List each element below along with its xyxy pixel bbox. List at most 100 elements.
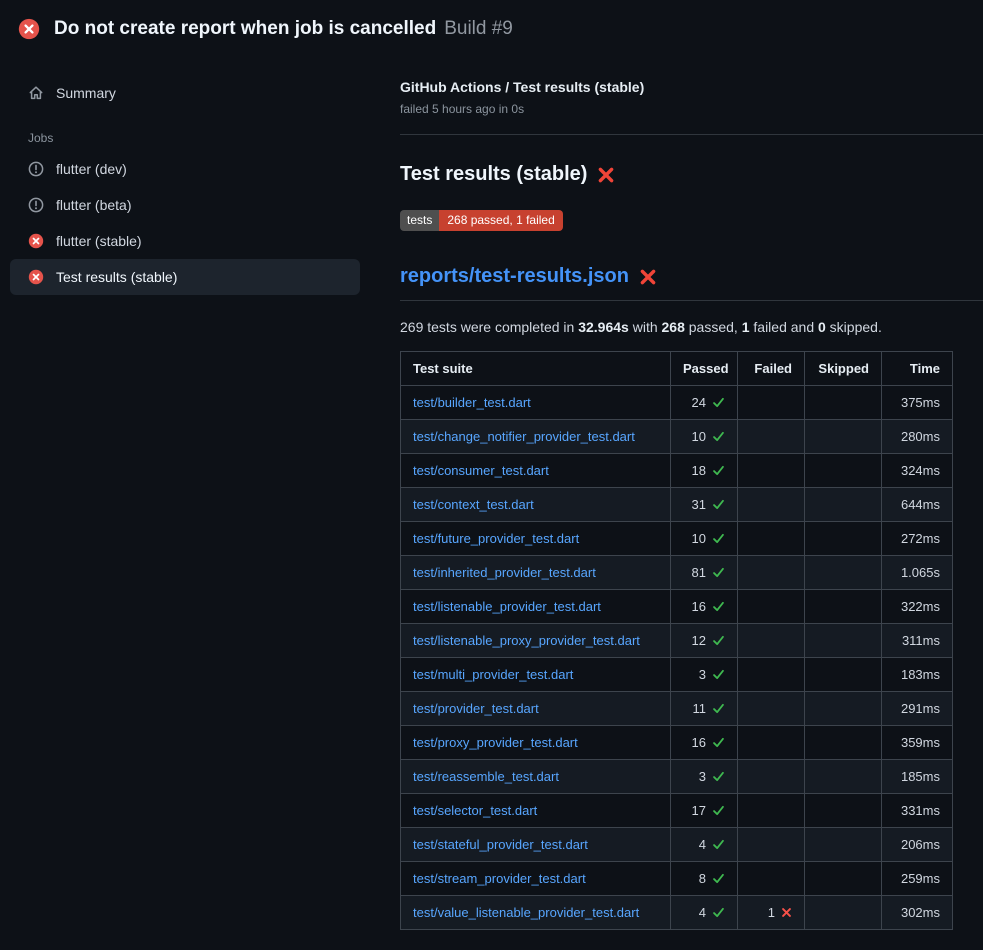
passed-count: 8 (699, 871, 706, 886)
suite-link[interactable]: test/stream_provider_test.dart (413, 871, 586, 886)
time-cell: 1.065s (882, 556, 953, 590)
suite-link[interactable]: test/listenable_provider_test.dart (413, 599, 601, 614)
time-cell: 311ms (882, 624, 953, 658)
failed-cell (738, 726, 805, 760)
summary-text: passed, (685, 319, 742, 335)
summary-duration: 32.964s (578, 319, 629, 335)
failed-cell (738, 624, 805, 658)
suite-link[interactable]: test/future_provider_test.dart (413, 531, 579, 546)
failed-cell (738, 522, 805, 556)
sidebar-item-flutter-stable[interactable]: flutter (stable) (10, 223, 360, 259)
suite-link[interactable]: test/builder_test.dart (413, 395, 531, 410)
passed-count: 81 (692, 565, 706, 580)
suite-link[interactable]: test/value_listenable_provider_test.dart (413, 905, 639, 920)
suite-link[interactable]: test/consumer_test.dart (413, 463, 549, 478)
suite-link[interactable]: test/change_notifier_provider_test.dart (413, 429, 635, 444)
table-row: test/change_notifier_provider_test.dart … (401, 420, 953, 454)
results-table-body: test/builder_test.dart 24 (401, 386, 953, 930)
failed-cell (738, 590, 805, 624)
failed-circle-icon (28, 269, 44, 285)
results-summary: 269 tests were completed in 32.964s with… (400, 319, 983, 335)
failed-x-icon (639, 268, 657, 286)
summary-text: with (629, 319, 662, 335)
suite-link[interactable]: test/reassemble_test.dart (413, 769, 559, 784)
suite-link[interactable]: test/listenable_proxy_provider_test.dart (413, 633, 640, 648)
time-cell: 324ms (882, 454, 953, 488)
run-failed-icon (18, 18, 40, 40)
passed-cell: 12 (671, 624, 738, 658)
failed-cell (738, 488, 805, 522)
skipped-cell (805, 590, 882, 624)
time-cell: 644ms (882, 488, 953, 522)
time-cell: 322ms (882, 590, 953, 624)
time-cell: 206ms (882, 828, 953, 862)
run-title: Do not create report when job is cancell… (54, 18, 436, 40)
check-icon (712, 532, 725, 545)
check-icon (712, 464, 725, 477)
sidebar-item-test-results-stable[interactable]: Test results (stable) (10, 259, 360, 295)
table-row: test/consumer_test.dart 18 (401, 454, 953, 488)
skipped-cell (805, 420, 882, 454)
summary-failed-count: 1 (742, 319, 750, 335)
passed-count: 24 (692, 395, 706, 410)
column-header-skipped: Skipped (805, 352, 882, 386)
failed-cell (738, 658, 805, 692)
passed-cell: 3 (671, 658, 738, 692)
section-title: Test results (stable) (400, 163, 983, 186)
time-cell: 359ms (882, 726, 953, 760)
time-cell: 183ms (882, 658, 953, 692)
failed-cell: 1 (738, 896, 805, 930)
x-icon (781, 907, 792, 918)
time-cell: 280ms (882, 420, 953, 454)
suite-link[interactable]: test/inherited_provider_test.dart (413, 565, 596, 580)
suite-link[interactable]: test/selector_test.dart (413, 803, 537, 818)
suite-link[interactable]: test/stateful_provider_test.dart (413, 837, 588, 852)
passed-cell: 16 (671, 726, 738, 760)
sidebar-item-flutter-dev[interactable]: flutter (dev) (10, 151, 360, 187)
passed-cell: 3 (671, 760, 738, 794)
suite-link[interactable]: test/multi_provider_test.dart (413, 667, 573, 682)
table-row: test/multi_provider_test.dart 3 (401, 658, 953, 692)
suite-link[interactable]: test/context_test.dart (413, 497, 534, 512)
main-content: GitHub Actions / Test results (stable) f… (368, 57, 983, 930)
check-icon (712, 702, 725, 715)
skipped-cell (805, 896, 882, 930)
check-icon (712, 804, 725, 817)
failed-cell (738, 454, 805, 488)
passed-cell: 81 (671, 556, 738, 590)
divider (400, 134, 983, 135)
sidebar-item-flutter-beta[interactable]: flutter (beta) (10, 187, 360, 223)
action-required-icon (28, 161, 44, 177)
skipped-cell (805, 862, 882, 896)
failed-cell (738, 760, 805, 794)
skipped-cell (805, 794, 882, 828)
suite-link[interactable]: test/provider_test.dart (413, 701, 539, 716)
passed-cell: 11 (671, 692, 738, 726)
report-link[interactable]: reports/test-results.json (400, 265, 629, 288)
failed-circle-icon (28, 233, 44, 249)
table-row: test/provider_test.dart 11 (401, 692, 953, 726)
sidebar-item-summary[interactable]: Summary (10, 75, 360, 111)
section-title-text: Test results (stable) (400, 163, 587, 186)
passed-count: 31 (692, 497, 706, 512)
check-icon (712, 396, 725, 409)
suite-cell: test/multi_provider_test.dart (401, 658, 671, 692)
skipped-cell (805, 828, 882, 862)
time-cell: 302ms (882, 896, 953, 930)
check-icon (712, 430, 725, 443)
check-icon (712, 634, 725, 647)
suite-link[interactable]: test/proxy_provider_test.dart (413, 735, 578, 750)
passed-count: 11 (693, 701, 707, 716)
table-row: test/value_listenable_provider_test.dart… (401, 896, 953, 930)
suite-cell: test/listenable_proxy_provider_test.dart (401, 624, 671, 658)
skipped-cell (805, 386, 882, 420)
failed-cell (738, 692, 805, 726)
suite-cell: test/change_notifier_provider_test.dart (401, 420, 671, 454)
jobs-heading: Jobs (10, 111, 360, 151)
check-icon (712, 770, 725, 783)
passed-cell: 18 (671, 454, 738, 488)
skipped-cell (805, 454, 882, 488)
time-cell: 331ms (882, 794, 953, 828)
suite-cell: test/listenable_provider_test.dart (401, 590, 671, 624)
skipped-cell (805, 692, 882, 726)
